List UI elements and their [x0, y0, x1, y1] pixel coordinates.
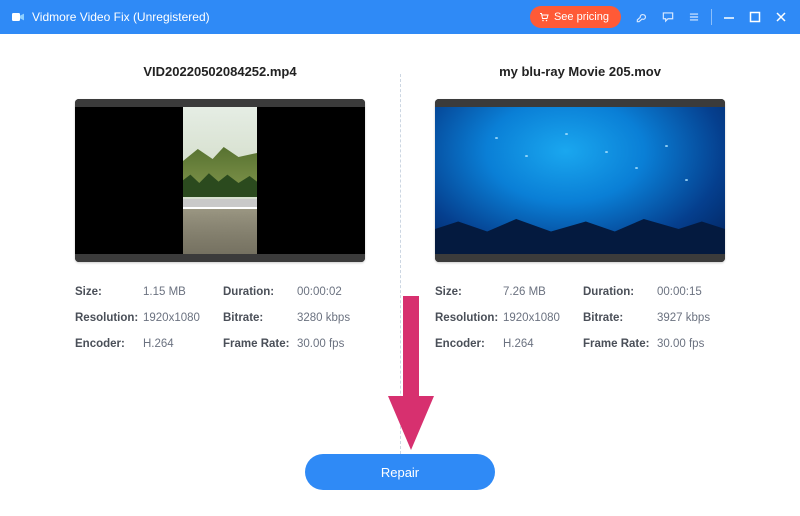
maximize-button[interactable] [742, 4, 768, 30]
bitrate-value: 3927 kbps [657, 312, 725, 324]
main-content: VID20220502084252.mp4 Size: 1.15 MB Dura… [0, 34, 800, 454]
duration-label: Duration: [223, 286, 297, 298]
framerate-label: Frame Rate: [583, 338, 657, 350]
key-icon[interactable] [629, 4, 655, 30]
duration-value: 00:00:02 [297, 286, 365, 298]
minimize-button[interactable] [716, 4, 742, 30]
size-label: Size: [435, 286, 503, 298]
repair-button-label: Repair [381, 465, 419, 480]
bitrate-label: Bitrate: [223, 312, 297, 324]
resolution-value: 1920x1080 [503, 312, 583, 324]
close-button[interactable] [768, 4, 794, 30]
titlebar-divider [711, 9, 712, 25]
encoder-value: H.264 [143, 338, 223, 350]
framerate-value: 30.00 fps [297, 338, 365, 350]
encoder-label: Encoder: [75, 338, 143, 350]
video-fix-icon [10, 9, 26, 25]
see-pricing-button[interactable]: See pricing [530, 6, 621, 28]
cart-icon [538, 11, 550, 23]
vertical-divider [400, 74, 401, 454]
framerate-label: Frame Rate: [223, 338, 297, 350]
encoder-value: H.264 [503, 338, 583, 350]
resolution-label: Resolution: [435, 312, 503, 324]
source-pane: VID20220502084252.mp4 Size: 1.15 MB Dura… [40, 64, 400, 454]
size-value: 1.15 MB [143, 286, 223, 298]
footer: Repair [0, 454, 800, 516]
menu-icon[interactable] [681, 4, 707, 30]
resolution-label: Resolution: [75, 312, 143, 324]
source-filename: VID20220502084252.mp4 [143, 64, 296, 79]
sample-thumbnail [435, 99, 725, 262]
bitrate-value: 3280 kbps [297, 312, 365, 324]
repair-button[interactable]: Repair [305, 454, 495, 490]
app-title: Vidmore Video Fix (Unregistered) [32, 10, 210, 24]
duration-label: Duration: [583, 286, 657, 298]
source-thumbnail [75, 99, 365, 262]
sample-filename: my blu-ray Movie 205.mov [499, 64, 661, 79]
framerate-value: 30.00 fps [657, 338, 725, 350]
titlebar: Vidmore Video Fix (Unregistered) See pri… [0, 0, 800, 34]
size-value: 7.26 MB [503, 286, 583, 298]
bitrate-label: Bitrate: [583, 312, 657, 324]
source-meta: Size: 1.15 MB Duration: 00:00:02 Resolut… [75, 286, 365, 350]
duration-value: 00:00:15 [657, 286, 725, 298]
app-logo: Vidmore Video Fix (Unregistered) [10, 9, 210, 25]
see-pricing-label: See pricing [554, 11, 609, 23]
sample-meta: Size: 7.26 MB Duration: 00:00:15 Resolut… [435, 286, 725, 350]
size-label: Size: [75, 286, 143, 298]
sample-pane: my blu-ray Movie 205.mov Size: 7.26 MB D… [400, 64, 760, 454]
encoder-label: Encoder: [435, 338, 503, 350]
feedback-icon[interactable] [655, 4, 681, 30]
resolution-value: 1920x1080 [143, 312, 223, 324]
